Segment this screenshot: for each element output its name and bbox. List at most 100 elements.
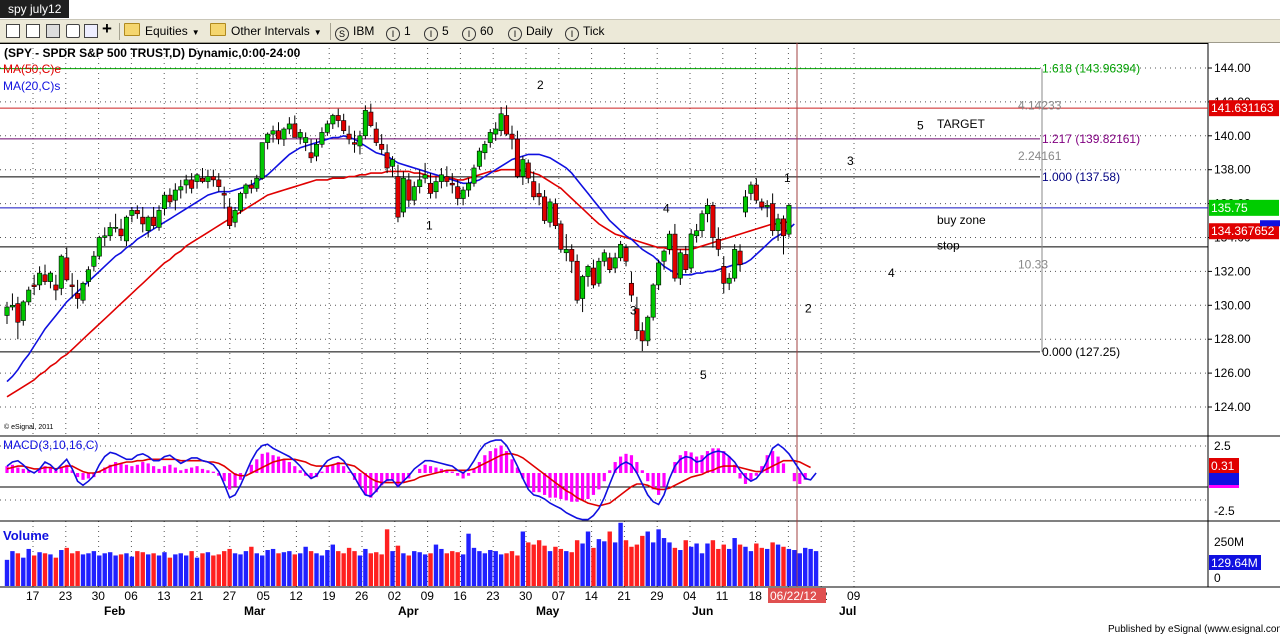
candle-body xyxy=(237,193,243,211)
macd-hist-bar xyxy=(75,473,80,478)
volume-bar xyxy=(124,553,129,586)
candle-body xyxy=(563,249,569,254)
wave-label: 5 xyxy=(917,119,924,133)
candle-body xyxy=(303,137,309,143)
chart-area[interactable]: 144.00142.00140.00138.00136.00134.00132.… xyxy=(0,43,1280,635)
volume-bar xyxy=(748,551,754,586)
x-day-label: 02 xyxy=(388,589,402,603)
properties-icon[interactable] xyxy=(66,24,80,38)
macd-hist-bar xyxy=(141,462,145,473)
volume-axis-tick: 250M xyxy=(1214,535,1244,549)
macd-hist-bar xyxy=(342,466,346,473)
candle-body xyxy=(531,181,537,198)
volume-bar xyxy=(721,544,726,586)
candle-body xyxy=(715,238,721,250)
candle-body xyxy=(357,135,363,147)
volume-value-tag: 129.64M xyxy=(1211,556,1258,570)
macd-hist-bar xyxy=(423,464,427,473)
macd-hist-bar xyxy=(124,464,129,473)
layout-icon[interactable] xyxy=(6,24,20,38)
volume-bar xyxy=(569,552,574,586)
measure-label: 2.24161 xyxy=(1018,149,1062,163)
macd-hist-bar xyxy=(331,464,335,473)
candle-body xyxy=(710,204,716,238)
x-month-label: Jun xyxy=(692,604,713,618)
candle-body xyxy=(726,277,732,284)
macd-hist-bar xyxy=(542,473,547,495)
volume-bar xyxy=(781,546,786,586)
price-tag-target: 141.631163 xyxy=(1211,101,1274,115)
measure-label: 10.33 xyxy=(1018,258,1048,272)
candle-body xyxy=(417,179,423,187)
volume-bar xyxy=(145,554,151,586)
candle-body xyxy=(406,179,412,201)
volume-bar xyxy=(765,548,770,586)
macd-hist-bar xyxy=(325,466,329,473)
equities-menu[interactable]: Equities ▼ xyxy=(124,22,200,40)
wave-label: 3 xyxy=(847,154,854,168)
x-day-label: 11 xyxy=(716,589,729,603)
volume-bar xyxy=(650,542,656,586)
interval-daily-button[interactable]: I Daily xyxy=(508,22,553,41)
window-title-tab[interactable]: spy july12 xyxy=(0,0,70,18)
wave-label: 2 xyxy=(805,302,812,316)
volume-bar xyxy=(460,554,466,586)
macd-hist-bar xyxy=(282,459,286,473)
macd-hist-bar xyxy=(695,456,699,473)
format-icon[interactable] xyxy=(26,24,40,38)
edit-icon[interactable] xyxy=(46,24,60,38)
candle-body xyxy=(4,306,10,316)
candle-body xyxy=(341,120,347,132)
volume-bar xyxy=(151,553,156,586)
volume-bar xyxy=(31,555,37,586)
candle-body xyxy=(140,216,146,225)
interval-1-button[interactable]: I1 xyxy=(386,22,411,41)
volume-bar xyxy=(341,553,346,586)
candle-body xyxy=(612,257,618,269)
macd-hist-bar xyxy=(608,470,612,473)
volume-bar xyxy=(379,554,384,586)
volume-bar xyxy=(466,533,471,586)
interval-60-button[interactable]: I 60 xyxy=(462,22,493,41)
x-day-label: 21 xyxy=(190,589,204,603)
candle-body xyxy=(118,228,124,237)
interval-5-button[interactable]: I5 xyxy=(424,22,449,41)
candle-body xyxy=(91,255,97,267)
candle-body xyxy=(764,204,770,208)
candle-body xyxy=(69,284,75,287)
candle-body xyxy=(422,174,428,179)
other-intervals-menu[interactable]: Other Intervals ▼ xyxy=(210,22,322,40)
candle-body xyxy=(183,179,189,186)
candle-body xyxy=(547,201,553,223)
candle-body xyxy=(324,123,330,133)
x-day-label: 07 xyxy=(552,589,566,603)
candle-body xyxy=(145,216,151,232)
buy-zone-label: buy zone xyxy=(937,213,986,227)
x-day-label: 30 xyxy=(519,589,533,603)
macd-value-tag: 0.31 xyxy=(1211,459,1235,473)
volume-bar xyxy=(205,552,211,586)
candle-body xyxy=(178,186,184,191)
volume-bar xyxy=(107,552,113,586)
fib-level-label: 1.618 (143.96394) xyxy=(1042,62,1140,76)
candle-body xyxy=(683,254,689,271)
chart-toolbar: + Equities ▼ Other Intervals ▼ S IBM I1 I5 … xyxy=(0,19,1280,43)
interval-tick-button[interactable]: I Tick xyxy=(565,22,605,41)
x-day-label: 27 xyxy=(223,589,237,603)
volume-bar xyxy=(705,543,710,586)
symbol-button[interactable]: S IBM xyxy=(335,22,374,41)
add-icon[interactable]: + xyxy=(102,20,112,38)
volume-bar xyxy=(699,553,705,586)
candle-body xyxy=(20,301,26,321)
volume-bar xyxy=(10,551,15,586)
candle-body xyxy=(601,252,607,262)
macd-hist-bar xyxy=(157,468,161,473)
dropdown-arrow-icon: ▼ xyxy=(313,28,322,37)
symbol-icon: S xyxy=(335,27,349,41)
macd-hist-bar xyxy=(771,451,775,473)
macd-hist-bar xyxy=(749,473,753,480)
settings-icon[interactable] xyxy=(84,24,98,38)
volume-bar xyxy=(792,550,797,586)
candle-body xyxy=(661,250,667,262)
volume-bar xyxy=(634,544,640,586)
